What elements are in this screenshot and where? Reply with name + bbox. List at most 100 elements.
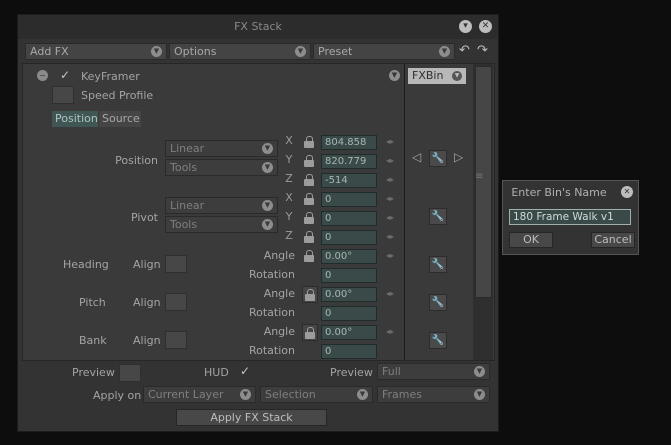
- apply-selection-dropdown[interactable]: Selection ▼: [260, 386, 373, 403]
- next-keyframe-icon[interactable]: ▷: [454, 150, 463, 164]
- chevron-down-icon: ▼: [295, 46, 306, 57]
- position-z-field[interactable]: -514: [321, 173, 377, 188]
- lock-icon[interactable]: [304, 193, 314, 205]
- drag-handle-icon[interactable]: ◂▸: [386, 156, 394, 165]
- lock-icon[interactable]: [304, 250, 314, 262]
- checkmark-icon[interactable]: ✓: [60, 68, 70, 82]
- position-mode-dropdown[interactable]: Tools ▼: [165, 159, 278, 176]
- pivot-mode-dropdown[interactable]: Tools ▼: [165, 216, 278, 233]
- chevron-down-icon: ▼: [151, 46, 162, 57]
- scrollbar-track[interactable]: [473, 64, 493, 360]
- wrench-icon[interactable]: 🔧: [429, 256, 447, 273]
- pitch-label: Pitch: [79, 296, 106, 309]
- options-label: Options: [174, 45, 217, 58]
- wrench-icon[interactable]: 🔧: [429, 208, 447, 225]
- pivot-x-field[interactable]: 0: [321, 192, 377, 207]
- axis-x-label: X: [285, 191, 293, 204]
- dialog-close-icon[interactable]: ✕: [621, 186, 633, 198]
- drag-handle-icon[interactable]: ◂▸: [386, 213, 394, 222]
- pivot-y-field[interactable]: 0: [321, 211, 377, 226]
- add-fx-dropdown[interactable]: Add FX ▼: [25, 43, 167, 60]
- layer-name: KeyFramer: [81, 70, 140, 83]
- position-y-field[interactable]: 820.779: [321, 154, 377, 169]
- pitch-angle-field[interactable]: 0.00°: [321, 287, 377, 302]
- axis-y-label: Y: [285, 210, 293, 223]
- preview-mode-value: Full: [382, 365, 401, 378]
- fx-stack-panel: FX Stack ▾ ✕ Add FX ▼ Options ▼ Preset ▼ ↶ …: [17, 14, 499, 432]
- chevron-down-icon: ▼: [439, 46, 450, 57]
- preset-label: Preset: [318, 45, 353, 58]
- pivot-z-field[interactable]: 0: [321, 230, 377, 245]
- lock-icon[interactable]: [304, 136, 314, 148]
- drag-handle-icon[interactable]: ◂▸: [386, 137, 394, 146]
- dialog-title: Enter Bin's Name: [511, 186, 607, 199]
- hud-checkmark-icon[interactable]: ✓: [240, 364, 250, 378]
- bank-rotation-field[interactable]: 0: [321, 344, 377, 359]
- heading-align-checkbox[interactable]: [165, 255, 187, 273]
- drag-handle-icon[interactable]: ◂▸: [386, 175, 394, 184]
- apply-frames-dropdown[interactable]: Frames ▼: [377, 386, 490, 403]
- scrollbar-thumb[interactable]: [475, 66, 492, 298]
- apply-selection-value: Selection: [265, 388, 316, 401]
- pitch-rotation-field[interactable]: 0: [321, 306, 377, 321]
- drag-handle-icon[interactable]: ◂▸: [386, 194, 394, 203]
- lock-icon[interactable]: [304, 212, 314, 224]
- pitch-angle-label: Angle: [263, 287, 295, 300]
- options-dropdown[interactable]: Options ▼: [169, 43, 311, 60]
- wrench-icon[interactable]: 🔧: [429, 332, 447, 349]
- preset-dropdown[interactable]: Preset ▼: [313, 43, 455, 60]
- tab-source[interactable]: Source: [99, 111, 141, 127]
- position-interp-dropdown[interactable]: Linear ▼: [165, 140, 278, 157]
- tab-position[interactable]: Position: [52, 111, 98, 127]
- undo-icon[interactable]: ↶: [459, 43, 470, 58]
- heading-angle-field[interactable]: 0.00°: [321, 249, 377, 264]
- apply-fx-stack-button[interactable]: Apply FX Stack: [176, 409, 327, 426]
- lock-icon[interactable]: [304, 155, 314, 167]
- wrench-icon[interactable]: 🔧: [429, 294, 447, 311]
- heading-rotation-field[interactable]: 0: [321, 268, 377, 283]
- axis-y-label: Y: [285, 153, 293, 166]
- lock-icon[interactable]: [302, 286, 318, 303]
- prev-keyframe-icon[interactable]: ◁: [412, 150, 421, 164]
- fx-content: − ✓ KeyFramer ▼ Speed Profile Position S…: [22, 63, 495, 361]
- wrench-icon[interactable]: 🔧: [429, 150, 447, 167]
- drag-handle-icon[interactable]: ◂▸: [386, 289, 394, 298]
- position-x-field[interactable]: 804.858: [321, 135, 377, 150]
- drag-handle-icon[interactable]: ◂▸: [386, 251, 394, 260]
- lock-icon[interactable]: [302, 324, 318, 341]
- heading-align-label: Align: [133, 258, 161, 271]
- bin-name-input[interactable]: 180 Frame Walk v1: [509, 209, 631, 225]
- bin-name-value: 180 Frame Walk v1: [513, 211, 614, 223]
- chevron-down-icon: ▼: [262, 143, 273, 154]
- fxbin-button[interactable]: FXBin ▼: [408, 68, 466, 84]
- apply-target-value: Current Layer: [148, 388, 224, 401]
- title-bar[interactable]: FX Stack ▾ ✕: [18, 15, 498, 39]
- close-icon[interactable]: ✕: [479, 20, 492, 33]
- axis-z-label: Z: [285, 172, 293, 185]
- chevron-down-icon: ▼: [452, 71, 462, 81]
- drag-handle-icon[interactable]: ◂▸: [386, 327, 394, 336]
- collapse-icon[interactable]: ▾: [459, 20, 472, 33]
- pivot-mode-value: Tools: [170, 218, 198, 231]
- preview-checkbox[interactable]: [119, 364, 141, 382]
- pivot-interp-dropdown[interactable]: Linear ▼: [165, 197, 278, 214]
- collapse-layer-icon[interactable]: −: [37, 70, 48, 81]
- ok-button[interactable]: OK: [509, 232, 553, 248]
- preview-mode-dropdown[interactable]: Full ▼: [377, 363, 490, 380]
- cancel-button[interactable]: Cancel: [591, 232, 635, 248]
- apply-target-dropdown[interactable]: Current Layer ▼: [143, 386, 256, 403]
- bank-align-label: Align: [133, 334, 161, 347]
- fxbin-label: FXBin: [412, 69, 444, 82]
- speed-profile-checkbox[interactable]: [52, 86, 74, 104]
- layer-menu-icon[interactable]: ▼: [389, 70, 400, 81]
- redo-icon[interactable]: ↷: [477, 43, 488, 58]
- bank-angle-field[interactable]: 0.00°: [321, 325, 377, 340]
- pitch-align-checkbox[interactable]: [165, 293, 187, 311]
- lock-icon[interactable]: [304, 231, 314, 243]
- position-interp-value: Linear: [170, 142, 205, 155]
- preview-mode-label: Preview: [330, 366, 373, 379]
- lock-icon[interactable]: [304, 174, 314, 186]
- bank-align-checkbox[interactable]: [165, 331, 187, 349]
- resize-handle-icon[interactable]: ≡: [475, 172, 483, 182]
- drag-handle-icon[interactable]: ◂▸: [386, 232, 394, 241]
